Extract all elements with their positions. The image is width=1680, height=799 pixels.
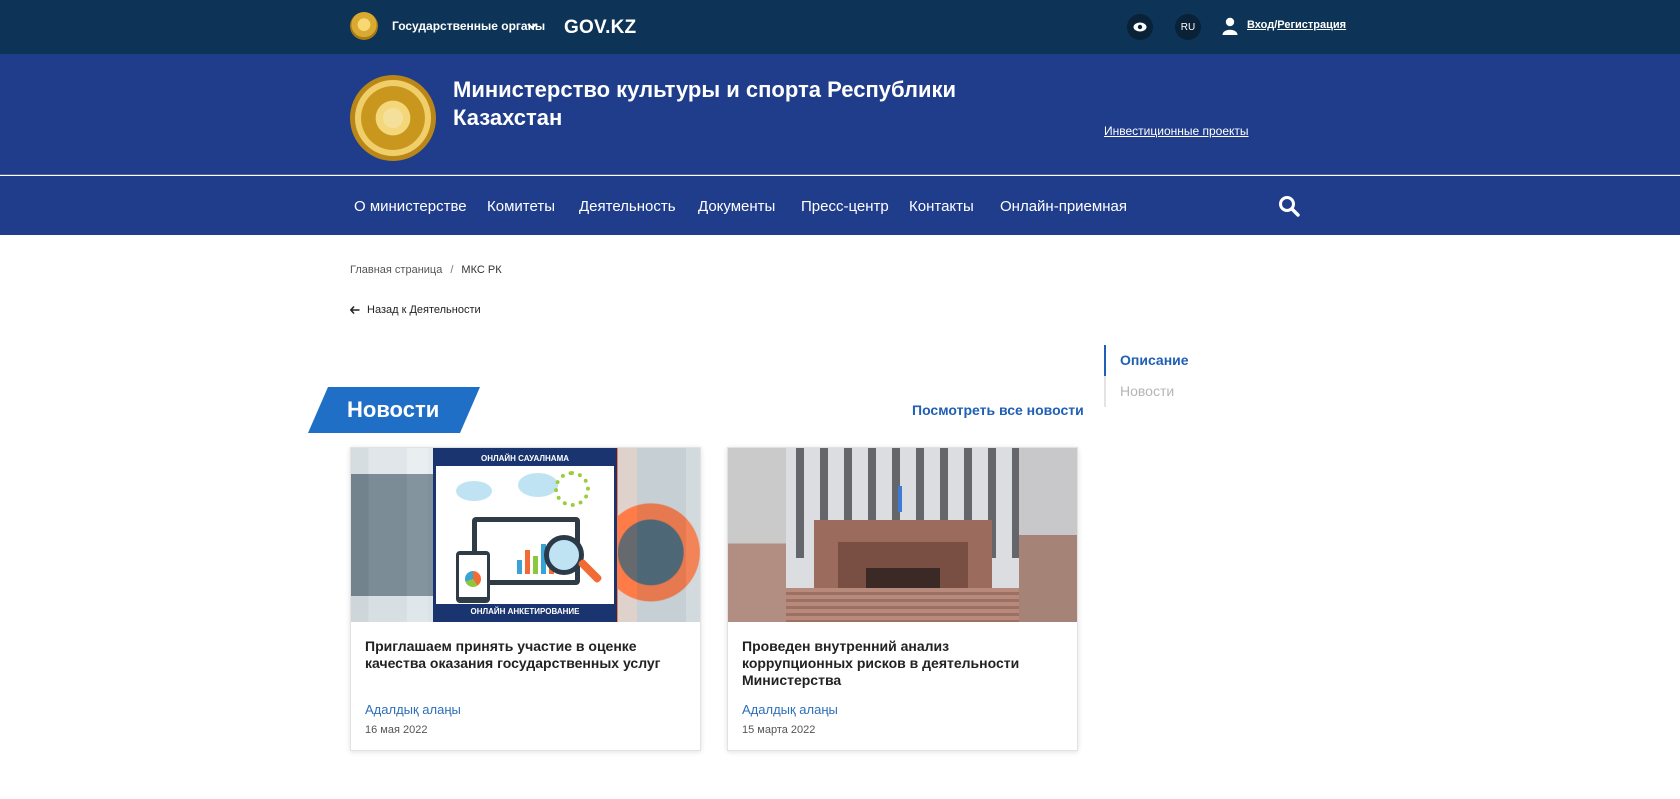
breadcrumb-home[interactable]: Главная страница bbox=[350, 264, 442, 276]
main-nav: О министерстве Комитеты Деятельность Док… bbox=[0, 176, 1680, 235]
nav-item-about[interactable]: О министерстве bbox=[354, 198, 467, 215]
top-bar: Государственные органы GOV.KZ RU Вход/Ре… bbox=[0, 0, 1680, 54]
breadcrumb-current: МКС РК bbox=[461, 264, 502, 276]
cloud-icon bbox=[456, 481, 492, 501]
poster-bottom-label: ОНЛАЙН АНКЕТИРОВАНИЕ bbox=[436, 604, 614, 619]
state-emblem-logo[interactable] bbox=[350, 75, 436, 161]
cloud-icon bbox=[518, 473, 558, 497]
page-anchor-nav: Описание Новости bbox=[1104, 345, 1189, 407]
news-section-title: Новости bbox=[347, 397, 440, 422]
poster-top-label: ОНЛАЙН САУАЛНАМА bbox=[436, 451, 614, 466]
investment-projects-link[interactable]: Инвестиционные проекты bbox=[1104, 124, 1249, 138]
tablet-icon bbox=[456, 551, 490, 603]
news-card[interactable]: Проведен внутренний анализ коррупционных… bbox=[727, 447, 1078, 751]
news-card-tag[interactable]: Адалдық алаңы bbox=[365, 702, 461, 717]
ministry-building-photo bbox=[786, 448, 1019, 622]
news-card-title[interactable]: Приглашаем принять участие в оценке каче… bbox=[365, 638, 685, 672]
ministry-title[interactable]: Министерство культуры и спорта Республик… bbox=[453, 76, 1013, 132]
nav-item-activity[interactable]: Деятельность bbox=[579, 198, 676, 215]
breadcrumb: Главная страница / МКС РК bbox=[350, 264, 502, 276]
gov-bodies-menu[interactable]: Государственные органы bbox=[392, 19, 545, 33]
emblem-icon[interactable] bbox=[350, 12, 378, 40]
news-card-image[interactable]: ОНЛАЙН САУАЛНАМА ОНЛАЙН АНКЕТИРОВАНИЕ bbox=[351, 448, 700, 622]
nav-item-press-center[interactable]: Пресс-центр bbox=[801, 198, 889, 215]
anchor-description[interactable]: Описание bbox=[1104, 345, 1189, 376]
news-card[interactable]: ОНЛАЙН САУАЛНАМА ОНЛАЙН АНКЕТИРОВАНИЕ Пр… bbox=[350, 447, 701, 751]
news-card-date: 15 марта 2022 bbox=[742, 724, 816, 736]
news-card-tag[interactable]: Адалдық алаңы bbox=[742, 702, 838, 717]
nav-item-committees[interactable]: Комитеты bbox=[487, 198, 555, 215]
nav-item-documents[interactable]: Документы bbox=[698, 198, 775, 215]
arrow-left-icon bbox=[350, 306, 360, 314]
govkz-logo[interactable]: GOV.KZ bbox=[564, 17, 636, 39]
news-card-date: 16 мая 2022 bbox=[365, 724, 428, 736]
language-switcher[interactable]: RU bbox=[1175, 14, 1201, 40]
magnifier-handle bbox=[577, 558, 603, 584]
login-link[interactable]: Вход bbox=[1247, 19, 1274, 31]
gear-icon bbox=[554, 471, 590, 507]
news-card-image[interactable] bbox=[728, 448, 1077, 622]
back-link-label: Назад к Деятельности bbox=[367, 304, 481, 316]
register-link[interactable]: Регистрация bbox=[1277, 19, 1346, 31]
anchor-news[interactable]: Новости bbox=[1106, 376, 1189, 407]
nav-item-contacts[interactable]: Контакты bbox=[909, 198, 974, 215]
user-icon bbox=[1222, 17, 1238, 35]
flag-icon bbox=[898, 486, 902, 512]
accessibility-eye-button[interactable] bbox=[1127, 14, 1153, 40]
chevron-down-icon[interactable] bbox=[526, 20, 538, 32]
magnifier-icon bbox=[544, 535, 584, 575]
eye-icon bbox=[1133, 22, 1147, 32]
back-link[interactable]: Назад к Деятельности bbox=[350, 304, 481, 316]
news-card-title[interactable]: Проведен внутренний анализ коррупционных… bbox=[742, 638, 1062, 689]
breadcrumb-separator: / bbox=[450, 264, 454, 276]
view-all-news-link[interactable]: Посмотреть все новости bbox=[912, 402, 1084, 418]
survey-poster-image: ОНЛАЙН САУАЛНАМА ОНЛАЙН АНКЕТИРОВАНИЕ bbox=[433, 448, 617, 622]
search-icon[interactable] bbox=[1278, 195, 1300, 217]
nav-item-online-reception[interactable]: Онлайн-приемная bbox=[1000, 198, 1127, 215]
auth-links: Вход/Регистрация bbox=[1247, 19, 1346, 31]
